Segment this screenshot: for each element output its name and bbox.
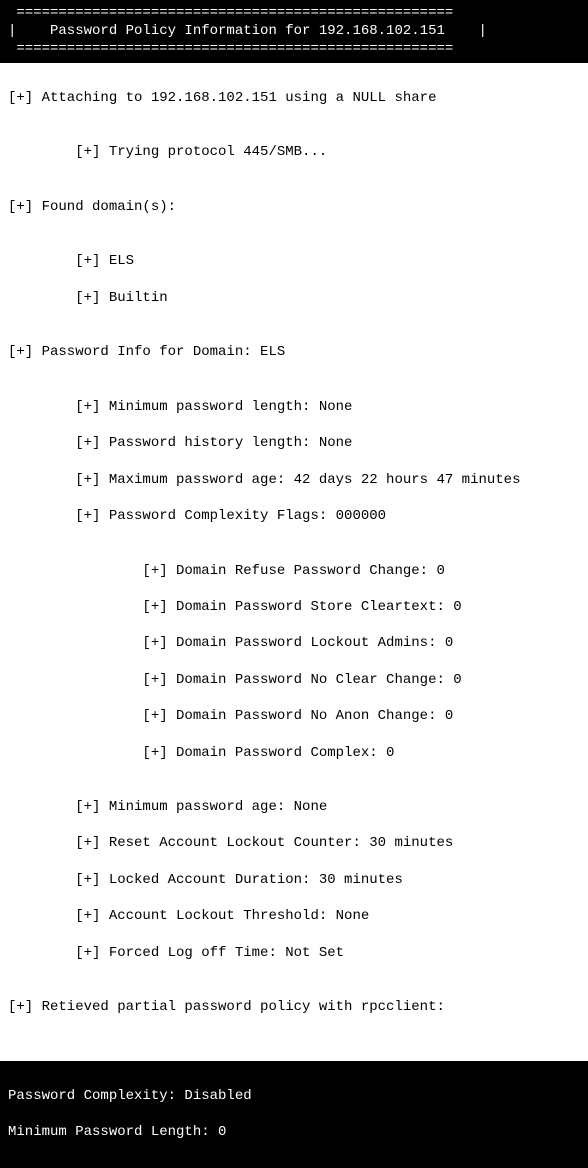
output-line: [+] Password history length: None [8,434,580,452]
output-line: [+] Domain Password Store Cleartext: 0 [8,598,580,616]
output-line: [+] Account Lockout Threshold: None [8,907,580,925]
output-line: [+] Reset Account Lockout Counter: 30 mi… [8,834,580,852]
output-line: [+] Attaching to 192.168.102.151 using a… [8,89,580,107]
password-complexity-line: Password Complexity: Disabled [8,1087,580,1105]
footer-summary: Password Complexity: Disabled Minimum Pa… [0,1061,588,1168]
min-password-length-line: Minimum Password Length: 0 [8,1123,580,1141]
output-line: [+] Forced Log off Time: Not Set [8,944,580,962]
output-line: [+] Locked Account Duration: 30 minutes [8,871,580,889]
output-line: [+] Domain Password Complex: 0 [8,744,580,762]
output-line: [+] Found domain(s): [8,198,580,216]
output-line: [+] Minimum password age: None [8,798,580,816]
output-line: [+] Maximum password age: 42 days 22 hou… [8,471,580,489]
output-line: [+] Password Complexity Flags: 000000 [8,507,580,525]
output-line: [+] Domain Password No Anon Change: 0 [8,707,580,725]
output-line: [+] Password Info for Domain: ELS [8,343,580,361]
output-line: [+] ELS [8,252,580,270]
output-line: [+] Trying protocol 445/SMB... [8,143,580,161]
header-border-bottom: ========================================… [0,40,588,58]
output-line: [+] Domain Refuse Password Change: 0 [8,562,580,580]
output-line: [+] Minimum password length: None [8,398,580,416]
output-line: [+] Domain Password Lockout Admins: 0 [8,634,580,652]
output-line: [+] Domain Password No Clear Change: 0 [8,671,580,689]
output-line: [+] Retieved partial password policy wit… [8,998,580,1016]
header-banner: ========================================… [0,0,588,63]
terminal-output: [+] Attaching to 192.168.102.151 using a… [0,63,588,1061]
header-title: | Password Policy Information for 192.16… [0,22,588,40]
header-border-top: ========================================… [0,4,588,22]
output-line: [+] Builtin [8,289,580,307]
